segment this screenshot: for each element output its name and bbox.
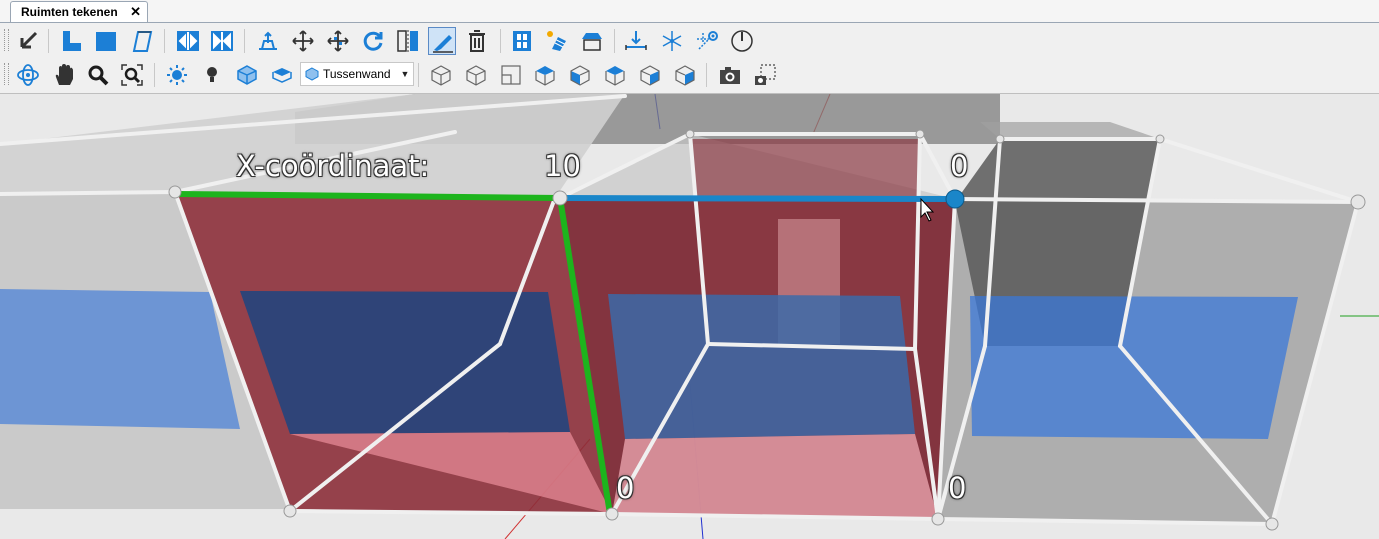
mirror-icon[interactable] [394, 27, 422, 55]
toolbar-grip[interactable] [4, 29, 9, 51]
view-iso-1-icon[interactable] [427, 61, 455, 89]
back-wall-right [980, 122, 1160, 139]
separator [614, 29, 615, 53]
red-room-floor-dark [240, 291, 570, 434]
snap-icon[interactable] [658, 27, 686, 55]
rotate-icon[interactable] [359, 27, 387, 55]
x-value-label: 10 [544, 149, 581, 183]
show-walls-icon[interactable] [233, 61, 261, 89]
view-box-2-icon[interactable] [566, 61, 594, 89]
l-shape-room-icon[interactable] [58, 27, 86, 55]
light-bulb-icon[interactable] [198, 61, 226, 89]
separator [154, 63, 155, 87]
screenshot-region-icon[interactable] [751, 61, 779, 89]
camera-icon[interactable] [716, 61, 744, 89]
separator [48, 29, 49, 53]
red-room-floor [608, 294, 915, 439]
close-icon[interactable]: ✕ [130, 4, 141, 20]
roof-icon[interactable] [578, 27, 606, 55]
window-icon[interactable] [508, 27, 536, 55]
selected-vertex [945, 189, 965, 209]
view-box-1-icon[interactable] [531, 61, 559, 89]
toolbar-view: Tussenwand ▼ [0, 57, 1379, 94]
toolbar-grip[interactable] [4, 63, 9, 85]
red-room-floor-front [612, 434, 938, 519]
snap-settings-icon[interactable] [693, 27, 721, 55]
pan-hand-icon[interactable] [50, 61, 78, 89]
separator [164, 29, 165, 53]
3d-viewport[interactable]: X-coördinaat: 10 0 0 0 [0, 94, 1379, 539]
view-plan-icon[interactable] [497, 61, 525, 89]
wall-type-value: Tussenwand [323, 67, 391, 81]
separator [500, 29, 501, 53]
bottom-value-label-mid: 0 [616, 471, 635, 505]
chevron-down-icon[interactable]: ▼ [397, 63, 413, 85]
tab-ruimten-tekenen[interactable]: Ruimten tekenen ✕ [10, 1, 148, 22]
wall-type-select[interactable]: Tussenwand ▼ [300, 62, 414, 86]
polygon-room-icon[interactable] [128, 27, 156, 55]
wall-type-icon [305, 67, 319, 81]
green-edge-top [175, 191, 563, 201]
tab-label: Ruimten tekenen [21, 5, 118, 19]
blue-edge-selected [557, 195, 958, 202]
solar-panel-icon[interactable] [542, 27, 570, 55]
separator [418, 63, 419, 87]
view-box-3-icon[interactable] [601, 61, 629, 89]
view-box-4-icon[interactable] [636, 61, 664, 89]
view-iso-2-icon[interactable] [462, 61, 490, 89]
right-room-floor [970, 296, 1298, 439]
tab-bar: Ruimten tekenen ✕ [0, 0, 1379, 23]
edit-wall-icon[interactable] [428, 27, 456, 55]
delete-icon[interactable] [463, 27, 491, 55]
show-floors-icon[interactable] [268, 61, 296, 89]
rectangle-room-icon[interactable] [92, 27, 120, 55]
separator [706, 63, 707, 87]
angle-icon[interactable] [728, 27, 756, 55]
split-horizontal-icon[interactable] [174, 27, 202, 55]
light-sun-icon[interactable] [163, 61, 191, 89]
left-room-floor [0, 289, 240, 429]
coordinate-label: X-coördinaat: [236, 149, 430, 183]
move-points-icon[interactable] [324, 27, 352, 55]
orbit-icon[interactable] [14, 61, 42, 89]
zoom-extents-icon[interactable] [118, 61, 146, 89]
insert-point-icon[interactable] [254, 27, 282, 55]
bottom-value-label-right: 0 [948, 471, 967, 505]
select-arrow-icon[interactable] [14, 27, 42, 55]
toolbar-drawing [0, 23, 1379, 57]
view-box-5-icon[interactable] [671, 61, 699, 89]
split-vertical-icon[interactable] [208, 27, 236, 55]
offset-value-label: 0 [950, 149, 969, 183]
dimension-icon[interactable] [622, 27, 650, 55]
zoom-icon[interactable] [84, 61, 112, 89]
move-icon[interactable] [289, 27, 317, 55]
scene-canvas[interactable] [0, 94, 1379, 539]
separator [244, 29, 245, 53]
